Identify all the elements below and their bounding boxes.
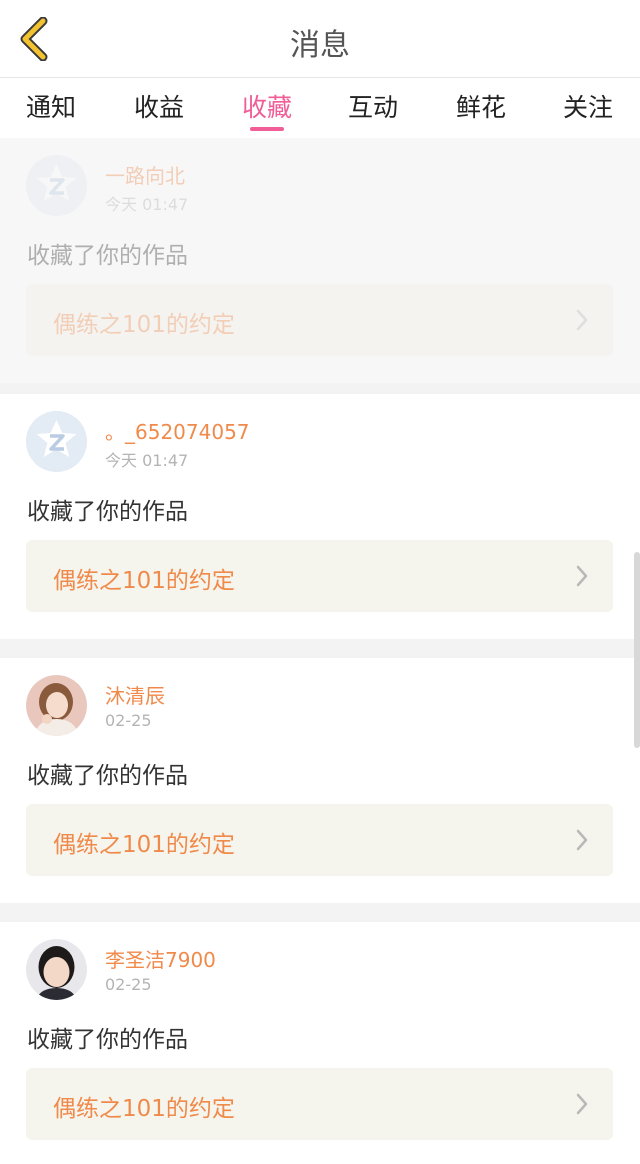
avatar[interactable]	[26, 411, 87, 472]
username[interactable]: 。_652074057	[105, 416, 250, 445]
username[interactable]: 一路向北	[105, 160, 185, 189]
action-text: 收藏了你的作品	[27, 1027, 188, 1053]
tab-bar: 通知 收益 收藏 互动 鲜花 关注	[0, 78, 640, 138]
work-title: 偶练之101的约定	[53, 1096, 235, 1122]
tab-earnings[interactable]: 收益	[119, 88, 199, 124]
active-tab-indicator	[250, 127, 284, 131]
work-title: 偶练之101的约定	[53, 568, 235, 594]
username[interactable]: 沐清辰	[105, 680, 165, 709]
user-photo	[26, 675, 87, 736]
avatar[interactable]	[26, 155, 87, 216]
timestamp: 今天 01:47	[105, 195, 189, 214]
work-link[interactable]: 偶练之101的约定	[26, 804, 613, 876]
work-link[interactable]: 偶练之101的约定	[26, 540, 613, 612]
action-text: 收藏了你的作品	[27, 243, 188, 269]
timestamp: 今天 01:47	[105, 451, 189, 470]
scrollbar[interactable]	[634, 552, 640, 748]
chevron-right-icon	[576, 565, 588, 587]
tab-notifications[interactable]: 通知	[11, 88, 91, 124]
action-text: 收藏了你的作品	[27, 499, 188, 525]
tab-flowers[interactable]: 鲜花	[441, 88, 521, 124]
chevron-right-icon	[576, 309, 588, 331]
avatar[interactable]	[26, 675, 87, 736]
tab-interactions[interactable]: 互动	[333, 88, 413, 124]
list-item: 。_652074057 今天 01:47 收藏了你的作品 偶练之101的约定	[0, 394, 640, 639]
timestamp: 02-25	[105, 711, 152, 730]
default-avatar-icon	[26, 155, 87, 216]
user-photo	[26, 939, 87, 1000]
default-avatar-icon	[26, 411, 87, 472]
favorites-list[interactable]: 一路向北 今天 01:47 收藏了你的作品 偶练之101的约定 。_652074…	[0, 138, 640, 1164]
tab-favorites[interactable]: 收藏	[227, 88, 307, 124]
page-title: 消息	[290, 28, 350, 63]
tab-following[interactable]: 关注	[548, 88, 628, 124]
list-item: 李圣洁7900 02-25 收藏了你的作品 偶练之101的约定	[0, 922, 640, 1164]
work-link[interactable]: 偶练之101的约定	[26, 284, 613, 356]
username[interactable]: 李圣洁7900	[105, 944, 216, 973]
top-bar: 消息	[0, 0, 640, 78]
work-title: 偶练之101的约定	[53, 312, 235, 338]
work-link[interactable]: 偶练之101的约定	[26, 1068, 613, 1140]
action-text: 收藏了你的作品	[27, 763, 188, 789]
chevron-right-icon	[576, 829, 588, 851]
list-item: 沐清辰 02-25 收藏了你的作品 偶练之101的约定	[0, 658, 640, 903]
timestamp: 02-25	[105, 975, 152, 994]
list-item: 一路向北 今天 01:47 收藏了你的作品 偶练之101的约定	[0, 138, 640, 383]
work-title: 偶练之101的约定	[53, 832, 235, 858]
avatar[interactable]	[26, 939, 87, 1000]
chevron-right-icon	[576, 1093, 588, 1115]
